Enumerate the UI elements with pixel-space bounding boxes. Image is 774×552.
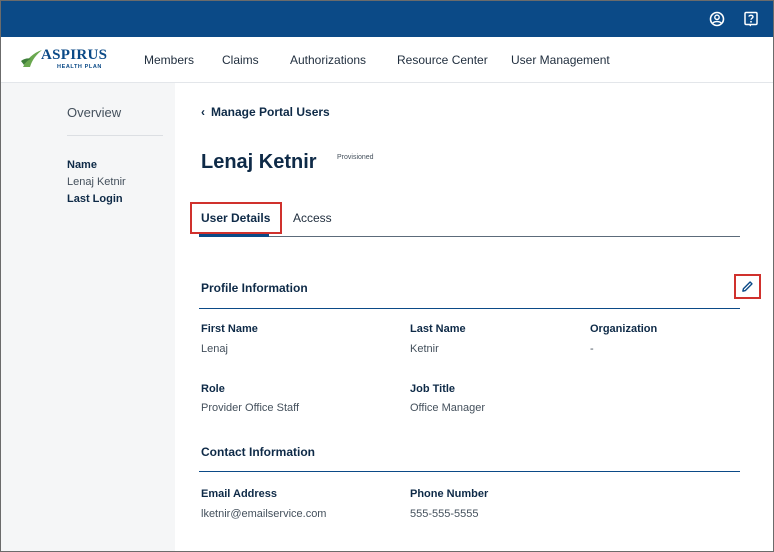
role-label: Role <box>201 383 225 395</box>
last-name-value: Ketnir <box>410 343 439 355</box>
first-name-label: First Name <box>201 323 258 335</box>
sidebar-overview[interactable]: Overview <box>67 105 121 120</box>
brand-sub: HEALTH PLAN <box>57 64 102 70</box>
profile-section-title: Profile Information <box>201 281 308 295</box>
email-label: Email Address <box>201 488 278 500</box>
profile-section-header: Profile Information <box>199 279 740 309</box>
back-link-label: Manage Portal Users <box>211 105 330 119</box>
help-icon[interactable] <box>742 10 760 28</box>
sidebar: Overview Name Lenaj Ketnir Last Login <box>1 83 175 551</box>
top-bar <box>1 1 773 37</box>
page-title: Lenaj Ketnir <box>201 151 317 173</box>
sidebar-name-label: Name <box>67 159 97 171</box>
back-link[interactable]: ‹ Manage Portal Users <box>201 105 330 119</box>
main-nav: ASPIRUS HEALTH PLAN Members Claims Autho… <box>1 37 773 83</box>
nav-item-user-management[interactable]: User Management <box>511 53 610 67</box>
chevron-left-icon: ‹ <box>201 105 205 119</box>
sidebar-divider <box>67 135 163 136</box>
phone-value: 555-555-5555 <box>410 508 479 520</box>
status-badge: Provisioned <box>337 154 374 161</box>
brand-logo[interactable]: ASPIRUS HEALTH PLAN <box>21 47 113 73</box>
logo-mark-icon <box>21 50 42 67</box>
organization-label: Organization <box>590 323 658 335</box>
nav-item-claims[interactable]: Claims <box>222 53 259 67</box>
last-name-label: Last Name <box>410 323 466 335</box>
contact-section-header: Contact Information <box>199 444 740 472</box>
app-window: ASPIRUS HEALTH PLAN Members Claims Autho… <box>0 0 774 552</box>
job-title-label: Job Title <box>410 383 456 395</box>
first-name-value: Lenaj <box>201 343 228 355</box>
job-title-value: Office Manager <box>410 402 486 414</box>
nav-item-resource-center[interactable]: Resource Center <box>397 53 488 67</box>
pencil-icon <box>742 281 753 292</box>
user-circle-icon[interactable] <box>708 10 726 28</box>
phone-label: Phone Number <box>410 488 489 500</box>
email-value: lketnir@emailservice.com <box>201 508 327 520</box>
sidebar-name-value: Lenaj Ketnir <box>67 176 126 188</box>
nav-item-members[interactable]: Members <box>144 53 194 67</box>
nav-item-authorizations[interactable]: Authorizations <box>290 53 366 67</box>
edit-profile-button[interactable] <box>734 274 761 299</box>
brand-name: ASPIRUS <box>41 47 108 63</box>
organization-value: - <box>590 343 594 355</box>
active-tab-indicator <box>199 234 269 237</box>
role-value: Provider Office Staff <box>201 402 300 414</box>
contact-section-title: Contact Information <box>201 445 315 459</box>
tab-access[interactable]: Access <box>293 211 332 225</box>
sidebar-last-login-label: Last Login <box>67 193 123 205</box>
tab-highlight-box <box>190 202 282 234</box>
